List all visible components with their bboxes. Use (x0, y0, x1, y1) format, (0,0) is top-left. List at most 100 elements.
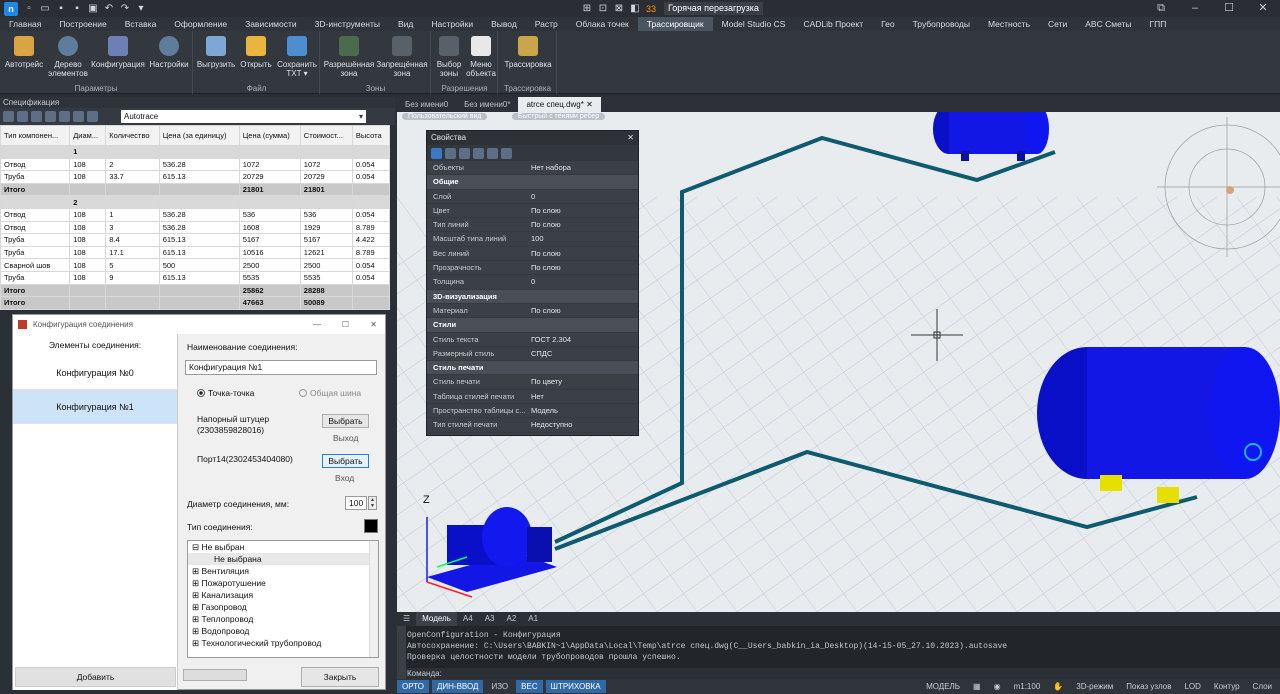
table-cell[interactable] (158, 145, 240, 159)
table-cell[interactable]: 12621 (299, 245, 353, 260)
props-row[interactable]: Тип стилей печати Недоступно (427, 418, 638, 433)
tool3-icon[interactable]: ⊠ (614, 3, 624, 14)
diameter-input[interactable]: 100 (345, 496, 367, 510)
doc-tab[interactable]: Без имени0 (397, 97, 456, 112)
diameter-stepper[interactable]: ▲ ▼ (368, 496, 377, 510)
3d-mode-toggle[interactable]: 3D-режим (1071, 680, 1118, 693)
layout-tab[interactable]: A4 (457, 612, 479, 626)
table-row[interactable]: Отвод 108 2 536.28 1072 1072 0.054 (0, 157, 391, 172)
select-objects-icon[interactable] (431, 147, 442, 159)
show-nodes-toggle[interactable]: Показ узлов (1121, 680, 1176, 693)
table-row[interactable]: Отвод 108 1 536.28 536 536 0.054 (0, 207, 391, 222)
ribbon-tab[interactable]: ГПП (1141, 17, 1176, 31)
table-cell[interactable]: 5535 (299, 270, 353, 285)
props-row[interactable]: Цвет По слою (427, 204, 638, 219)
table-cell[interactable]: 108 (69, 258, 107, 272)
ribbon-tab[interactable]: Вид (389, 17, 422, 31)
props-row[interactable]: Вес линий По слою (427, 247, 638, 262)
props-row[interactable]: Масштаб типа линий 100 (427, 232, 638, 247)
prop-value[interactable]: Модель (527, 404, 638, 417)
tree-item[interactable]: ⊞ Пожаротушение (188, 577, 378, 589)
export-table-icon[interactable] (73, 111, 84, 122)
tool-icon[interactable]: ⊞ (582, 3, 592, 14)
visual-style-label[interactable]: Быстрый с тенями ребер (512, 113, 606, 120)
table-cell[interactable]: 500 (158, 258, 240, 272)
column-header[interactable]: Цена (сумма) (238, 125, 301, 146)
table-cell[interactable]: 1072 (238, 157, 301, 172)
table-cell[interactable] (69, 283, 107, 298)
table-cell[interactable] (351, 283, 391, 298)
choose-out-button[interactable]: Выбрать (322, 414, 369, 428)
table-cell[interactable]: 0.054 (351, 170, 391, 184)
filter-icon[interactable] (17, 111, 28, 122)
prop-value[interactable]: По слою (527, 218, 638, 231)
table-row[interactable]: Итого 47663 50089 (0, 296, 391, 310)
table-row[interactable]: Труба 108 33.7 615.13 20729 20729 0.054 (0, 170, 391, 184)
layout-tab[interactable]: A1 (522, 612, 544, 626)
viewcube[interactable] (1157, 117, 1280, 257)
prop-value[interactable]: Нет набора (527, 161, 638, 174)
table-cell[interactable] (238, 145, 301, 159)
tree-hscrollbar[interactable] (183, 669, 247, 681)
ribbon-tab[interactable]: Построение (50, 17, 115, 31)
layout-tab[interactable]: A3 (479, 612, 501, 626)
table-cell[interactable]: Итого (0, 182, 71, 197)
minimize-icon[interactable]: — (313, 315, 321, 334)
table-cell[interactable]: 615.13 (158, 233, 240, 247)
ribbon-tab[interactable]: Растр (526, 17, 567, 31)
pick-icon[interactable] (445, 147, 456, 159)
undo-icon[interactable]: ↶ (104, 3, 114, 14)
prop-value[interactable]: 0 (527, 275, 638, 288)
table-cell[interactable]: Итого (0, 296, 71, 310)
props-row[interactable]: Тип линий По слою (427, 218, 638, 233)
add-button[interactable]: Добавить (15, 667, 176, 687)
table-cell[interactable]: 2500 (238, 258, 301, 272)
props-row[interactable]: Стиль печати По цвету (427, 375, 638, 390)
table-cell[interactable]: 1 (105, 207, 160, 222)
hot-reload-tag[interactable]: Горячая перезагрузка (664, 2, 763, 15)
radio-common-bus[interactable]: Общая шина (299, 388, 361, 398)
tree-item[interactable]: ⊞ Вентиляция (188, 565, 378, 577)
table-cell[interactable]: 0.054 (351, 157, 391, 172)
table-cell[interactable]: 0.054 (351, 270, 391, 285)
column-header[interactable]: Тип компонен... (0, 125, 71, 146)
customize-icon[interactable]: ▾ (136, 3, 146, 14)
table-cell[interactable]: 2 (69, 195, 107, 209)
props-row[interactable]: Размерный стиль СПДС (427, 347, 638, 362)
object-menu-button[interactable]: Меню объекта (465, 34, 497, 78)
settings-button[interactable]: Настройки (148, 34, 190, 69)
ribbon-tab[interactable]: Настройки (422, 17, 482, 31)
table-cell[interactable]: Отвод (0, 207, 71, 222)
table-cell[interactable]: 1929 (299, 220, 353, 235)
tree-item[interactable]: ⊞ Газопровод (188, 601, 378, 613)
table-cell[interactable]: Отвод (0, 157, 71, 172)
save-as-icon[interactable]: ▪ (72, 3, 82, 14)
table-cell[interactable]: Труба (0, 233, 71, 247)
table-cell[interactable]: 8.789 (351, 220, 391, 235)
table-cell[interactable] (238, 195, 301, 209)
table-cell[interactable]: 2500 (299, 258, 353, 272)
table-cell[interactable]: 536.28 (158, 207, 240, 222)
table-cell[interactable]: 615.13 (158, 270, 240, 285)
table-cell[interactable]: 536 (299, 207, 353, 222)
view-type-label[interactable]: Пользовательский вид (402, 113, 488, 120)
table-cell[interactable]: 0.054 (351, 207, 391, 222)
table-cell[interactable]: 21801 (299, 182, 353, 197)
props-section[interactable]: Стиль печати (427, 361, 638, 376)
allowed-zone-button[interactable]: Разрешённая зона (323, 34, 375, 78)
print-icon[interactable]: ▣ (88, 3, 98, 14)
tree-scrollbar[interactable] (369, 541, 378, 657)
pan-icon[interactable]: ✋ (1048, 680, 1068, 693)
quick-select-icon[interactable] (459, 147, 470, 159)
radio-point-to-point[interactable]: Точка-точка (197, 388, 254, 398)
sort-icon[interactable] (31, 111, 42, 122)
table-cell[interactable]: 1072 (299, 157, 353, 172)
column-header[interactable]: Стоимост... (299, 125, 353, 146)
tree-item[interactable]: ⊞ Канализация (188, 589, 378, 601)
table-cell[interactable]: 536 (238, 207, 301, 222)
table-cell[interactable]: 17.1 (105, 245, 160, 260)
table-cell[interactable]: 20729 (238, 170, 301, 184)
color-swatch[interactable] (364, 519, 378, 533)
ribbon-tab[interactable]: Гео (872, 17, 904, 31)
table-cell[interactable]: 108 (69, 270, 107, 285)
